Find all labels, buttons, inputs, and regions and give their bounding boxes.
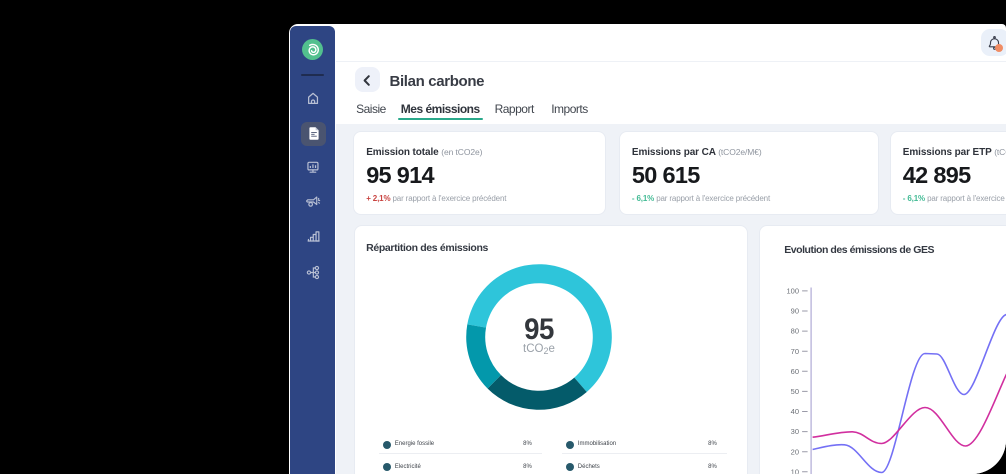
svg-text:10: 10 bbox=[791, 467, 799, 474]
svg-text:40: 40 bbox=[791, 407, 799, 416]
svg-text:30: 30 bbox=[791, 427, 799, 436]
svg-text:100: 100 bbox=[787, 286, 800, 295]
svg-text:20: 20 bbox=[791, 447, 799, 456]
svg-text:50: 50 bbox=[791, 387, 799, 396]
svg-text:80: 80 bbox=[791, 326, 799, 335]
svg-text:60: 60 bbox=[791, 366, 799, 375]
svg-text:90: 90 bbox=[791, 306, 799, 315]
svg-text:70: 70 bbox=[791, 346, 799, 355]
